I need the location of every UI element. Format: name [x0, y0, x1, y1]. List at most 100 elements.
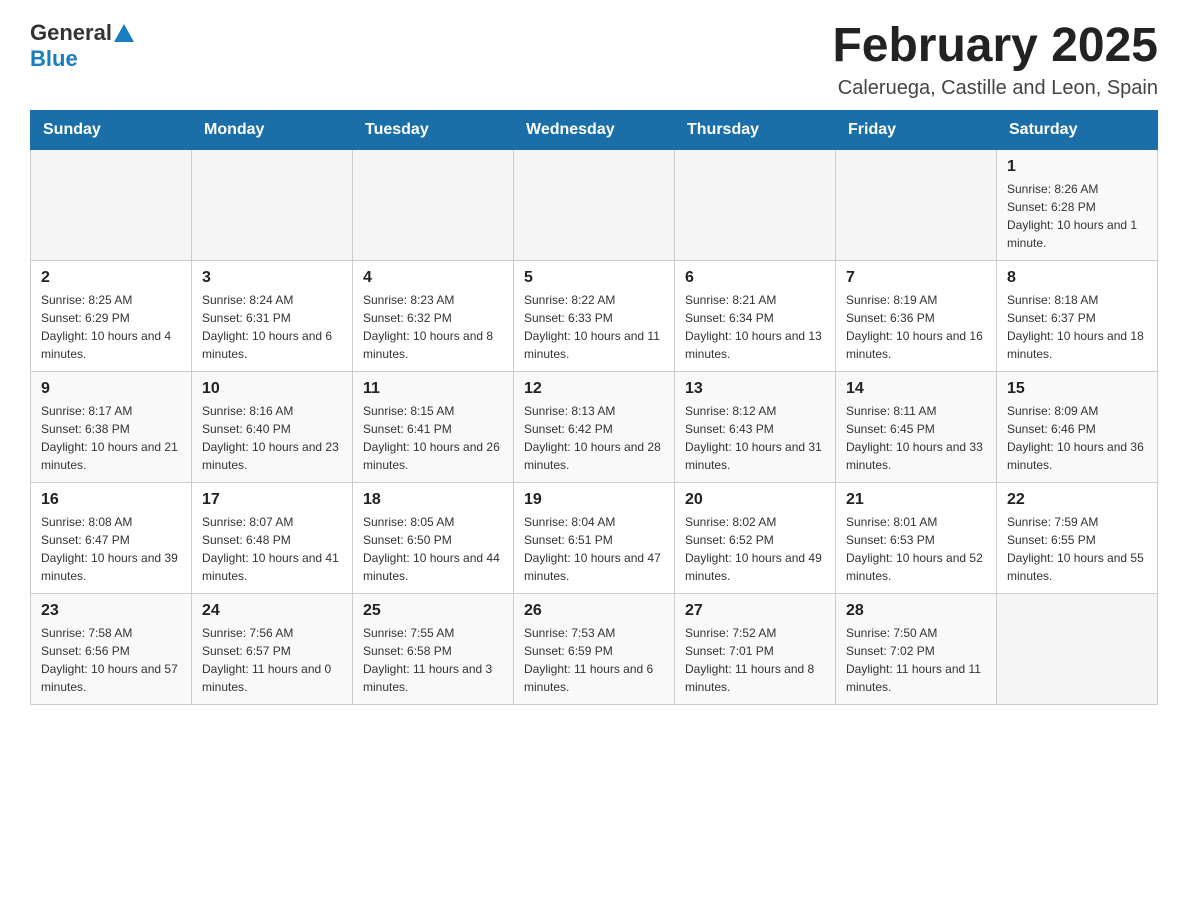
calendar-cell: 15 Sunrise: 8:09 AMSunset: 6:46 PMDayligh… — [997, 371, 1158, 482]
day-number: 24 — [202, 602, 342, 620]
day-number: 16 — [41, 491, 181, 509]
day-info: Sunrise: 8:02 AMSunset: 6:52 PMDaylight:… — [685, 513, 825, 585]
logo-blue: Blue — [30, 46, 78, 71]
weekday-header-wednesday: Wednesday — [514, 110, 675, 149]
calendar-cell: 14 Sunrise: 8:11 AMSunset: 6:45 PMDayligh… — [836, 371, 997, 482]
weekday-header-sunday: Sunday — [31, 110, 192, 149]
calendar-cell: 28 Sunrise: 7:50 AMSunset: 7:02 PMDayligh… — [836, 593, 997, 704]
day-info: Sunrise: 7:53 AMSunset: 6:59 PMDaylight:… — [524, 624, 664, 696]
calendar-cell: 21 Sunrise: 8:01 AMSunset: 6:53 PMDayligh… — [836, 482, 997, 593]
logo: General Blue — [30, 20, 136, 72]
day-number: 14 — [846, 380, 986, 398]
calendar-cell: 13Sunrise: 8:12 AMSunset: 6:43 PMDayligh… — [675, 371, 836, 482]
day-info: Sunrise: 8:19 AMSunset: 6:36 PMDaylight:… — [846, 291, 986, 363]
day-number: 6 — [685, 269, 825, 287]
day-info: Sunrise: 8:22 AMSunset: 6:33 PMDaylight:… — [524, 291, 664, 363]
page-header: General Blue February 2025 Caleruega, Ca… — [30, 20, 1158, 100]
day-number: 5 — [524, 269, 664, 287]
weekday-header-row: SundayMondayTuesdayWednesdayThursdayFrid… — [31, 110, 1158, 149]
day-info: Sunrise: 8:25 AMSunset: 6:29 PMDaylight:… — [41, 291, 181, 363]
title-block: February 2025 Caleruega, Castille and Le… — [832, 20, 1158, 100]
calendar-subtitle: Caleruega, Castille and Leon, Spain — [832, 77, 1158, 100]
day-info: Sunrise: 8:01 AMSunset: 6:53 PMDaylight:… — [846, 513, 986, 585]
weekday-header-saturday: Saturday — [997, 110, 1158, 149]
calendar-cell: 3Sunrise: 8:24 AMSunset: 6:31 PMDaylight… — [192, 260, 353, 371]
weekday-header-tuesday: Tuesday — [353, 110, 514, 149]
day-info: Sunrise: 7:59 AMSunset: 6:55 PMDaylight:… — [1007, 513, 1147, 585]
calendar-cell: 7Sunrise: 8:19 AMSunset: 6:36 PMDaylight… — [836, 260, 997, 371]
day-number: 1 — [1007, 158, 1147, 176]
calendar-cell: 16 Sunrise: 8:08 AMSunset: 6:47 PMDayligh… — [31, 482, 192, 593]
day-number: 20 — [685, 491, 825, 509]
day-info: Sunrise: 8:18 AMSunset: 6:37 PMDaylight:… — [1007, 291, 1147, 363]
calendar-cell — [514, 149, 675, 260]
week-row-2: 2 Sunrise: 8:25 AMSunset: 6:29 PMDaylight… — [31, 260, 1158, 371]
week-row-1: 1 Sunrise: 8:26 AMSunset: 6:28 PMDaylight… — [31, 149, 1158, 260]
calendar-cell: 5 Sunrise: 8:22 AMSunset: 6:33 PMDaylight… — [514, 260, 675, 371]
calendar-title: February 2025 — [832, 20, 1158, 73]
day-info: Sunrise: 7:52 AMSunset: 7:01 PMDaylight:… — [685, 624, 825, 696]
calendar-table: SundayMondayTuesdayWednesdayThursdayFrid… — [30, 110, 1158, 705]
calendar-cell — [836, 149, 997, 260]
calendar-cell: 22 Sunrise: 7:59 AMSunset: 6:55 PMDayligh… — [997, 482, 1158, 593]
day-info: Sunrise: 8:23 AMSunset: 6:32 PMDaylight:… — [363, 291, 503, 363]
day-info: Sunrise: 8:13 AMSunset: 6:42 PMDaylight:… — [524, 402, 664, 474]
calendar-cell: 17Sunrise: 8:07 AMSunset: 6:48 PMDayligh… — [192, 482, 353, 593]
week-row-3: 9Sunrise: 8:17 AMSunset: 6:38 PMDaylight… — [31, 371, 1158, 482]
day-number: 9 — [41, 380, 181, 398]
calendar-cell: 10Sunrise: 8:16 AMSunset: 6:40 PMDayligh… — [192, 371, 353, 482]
calendar-cell — [353, 149, 514, 260]
logo-general: General — [30, 20, 112, 46]
calendar-cell: 26 Sunrise: 7:53 AMSunset: 6:59 PMDayligh… — [514, 593, 675, 704]
day-info: Sunrise: 8:05 AMSunset: 6:50 PMDaylight:… — [363, 513, 503, 585]
day-info: Sunrise: 8:09 AMSunset: 6:46 PMDaylight:… — [1007, 402, 1147, 474]
day-info: Sunrise: 8:12 AMSunset: 6:43 PMDaylight:… — [685, 402, 825, 474]
calendar-cell: 1 Sunrise: 8:26 AMSunset: 6:28 PMDaylight… — [997, 149, 1158, 260]
calendar-cell: 19Sunrise: 8:04 AMSunset: 6:51 PMDayligh… — [514, 482, 675, 593]
logo-triangle-icon — [113, 22, 135, 44]
calendar-cell: 12 Sunrise: 8:13 AMSunset: 6:42 PMDayligh… — [514, 371, 675, 482]
calendar-cell: 27 Sunrise: 7:52 AMSunset: 7:01 PMDayligh… — [675, 593, 836, 704]
day-number: 2 — [41, 269, 181, 287]
day-info: Sunrise: 7:56 AMSunset: 6:57 PMDaylight:… — [202, 624, 342, 696]
day-info: Sunrise: 8:24 AMSunset: 6:31 PMDaylight:… — [202, 291, 342, 363]
day-number: 4 — [363, 269, 503, 287]
calendar-cell: 2 Sunrise: 8:25 AMSunset: 6:29 PMDaylight… — [31, 260, 192, 371]
calendar-cell — [675, 149, 836, 260]
calendar-cell — [997, 593, 1158, 704]
day-info: Sunrise: 8:15 AMSunset: 6:41 PMDaylight:… — [363, 402, 503, 474]
day-info: Sunrise: 7:55 AMSunset: 6:58 PMDaylight:… — [363, 624, 503, 696]
day-number: 12 — [524, 380, 664, 398]
day-info: Sunrise: 8:07 AMSunset: 6:48 PMDaylight:… — [202, 513, 342, 585]
calendar-cell: 8Sunrise: 8:18 AMSunset: 6:37 PMDaylight… — [997, 260, 1158, 371]
calendar-cell: 24 Sunrise: 7:56 AMSunset: 6:57 PMDayligh… — [192, 593, 353, 704]
day-info: Sunrise: 8:16 AMSunset: 6:40 PMDaylight:… — [202, 402, 342, 474]
day-info: Sunrise: 8:08 AMSunset: 6:47 PMDaylight:… — [41, 513, 181, 585]
day-number: 11 — [363, 380, 503, 398]
day-number: 15 — [1007, 380, 1147, 398]
day-info: Sunrise: 7:58 AMSunset: 6:56 PMDaylight:… — [41, 624, 181, 696]
calendar-cell: 11 Sunrise: 8:15 AMSunset: 6:41 PMDayligh… — [353, 371, 514, 482]
calendar-cell: 6 Sunrise: 8:21 AMSunset: 6:34 PMDaylight… — [675, 260, 836, 371]
weekday-header-friday: Friday — [836, 110, 997, 149]
calendar-cell: 9Sunrise: 8:17 AMSunset: 6:38 PMDaylight… — [31, 371, 192, 482]
day-number: 19 — [524, 491, 664, 509]
day-info: Sunrise: 8:21 AMSunset: 6:34 PMDaylight:… — [685, 291, 825, 363]
day-number: 21 — [846, 491, 986, 509]
weekday-header-monday: Monday — [192, 110, 353, 149]
day-info: Sunrise: 7:50 AMSunset: 7:02 PMDaylight:… — [846, 624, 986, 696]
day-number: 25 — [363, 602, 503, 620]
week-row-4: 16 Sunrise: 8:08 AMSunset: 6:47 PMDayligh… — [31, 482, 1158, 593]
day-number: 26 — [524, 602, 664, 620]
calendar-cell — [192, 149, 353, 260]
day-number: 28 — [846, 602, 986, 620]
calendar-cell — [31, 149, 192, 260]
weekday-header-thursday: Thursday — [675, 110, 836, 149]
day-info: Sunrise: 8:26 AMSunset: 6:28 PMDaylight:… — [1007, 180, 1147, 252]
week-row-5: 23Sunrise: 7:58 AMSunset: 6:56 PMDayligh… — [31, 593, 1158, 704]
day-info: Sunrise: 8:11 AMSunset: 6:45 PMDaylight:… — [846, 402, 986, 474]
day-number: 27 — [685, 602, 825, 620]
calendar-cell: 25 Sunrise: 7:55 AMSunset: 6:58 PMDayligh… — [353, 593, 514, 704]
calendar-cell: 23Sunrise: 7:58 AMSunset: 6:56 PMDayligh… — [31, 593, 192, 704]
day-number: 22 — [1007, 491, 1147, 509]
